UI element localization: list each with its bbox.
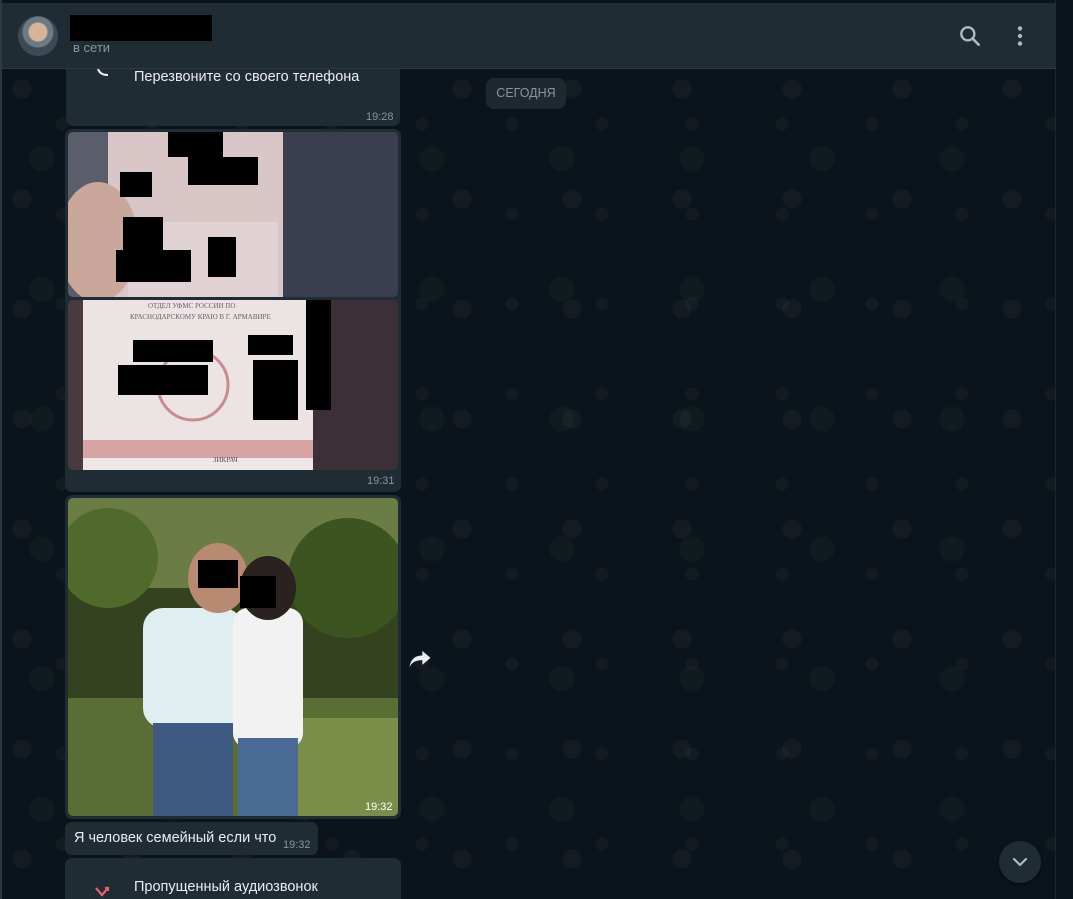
avatar[interactable] xyxy=(18,16,58,56)
message-time: 19:28 xyxy=(366,111,394,123)
message-time: 19:32 xyxy=(365,801,393,813)
message-time: 19:32 xyxy=(283,839,311,851)
window-border xyxy=(0,0,2,899)
svg-text:КРАСНОДАРСКОМУ КРАЮ В Г. АРМАВ: КРАСНОДАРСКОМУ КРАЮ В Г. АРМАВИРЕ xyxy=(130,313,271,321)
image-album-bubble[interactable]: ОТДЕЛ УФМС РОССИИ ПО КРАСНОДАРСКОМУ КРАЮ… xyxy=(65,129,401,492)
call-label: Перезвоните со своего телефона xyxy=(134,69,360,85)
couple-photo[interactable] xyxy=(68,498,398,816)
missed-call-bubble[interactable]: Пропущенный аудиозвонок xyxy=(65,858,401,899)
window-edge xyxy=(1055,0,1073,899)
missed-call-label: Пропущенный аудиозвонок xyxy=(134,879,318,895)
text-message-bubble[interactable]: Я человек семейный если что 19:32 xyxy=(65,822,318,855)
svg-text:ОТДЕЛ УФМС РОССИИ ПО: ОТДЕЛ УФМС РОССИИ ПО xyxy=(148,302,235,310)
passport-photo-2[interactable]: ОТДЕЛ УФМС РОССИИ ПО КРАСНОДАРСКОМУ КРАЮ… xyxy=(68,300,398,470)
search-icon[interactable] xyxy=(957,23,983,49)
message-text: Я человек семейный если что xyxy=(74,830,277,846)
contact-name-redacted[interactable] xyxy=(70,15,212,41)
date-divider: СЕГОДНЯ xyxy=(486,78,566,109)
svg-text:ЗИКРАЧ: ЗИКРАЧ xyxy=(213,456,238,464)
passport-photo-1[interactable] xyxy=(68,132,398,297)
missed-call-icon xyxy=(95,886,110,897)
contact-status: в сети xyxy=(73,40,111,55)
chevron-down-icon xyxy=(1012,857,1028,867)
more-vertical-icon[interactable] xyxy=(1007,23,1033,49)
scroll-to-bottom-button[interactable] xyxy=(999,841,1041,883)
message-time: 19:31 xyxy=(367,475,395,487)
phone-icon xyxy=(97,69,109,76)
forward-icon[interactable] xyxy=(406,645,434,673)
image-message-bubble[interactable]: 19:32 xyxy=(65,495,401,819)
chat-header[interactable]: в сети xyxy=(2,3,1056,69)
call-message-bubble[interactable]: Перезвоните со своего телефона 19:28 xyxy=(66,69,400,126)
